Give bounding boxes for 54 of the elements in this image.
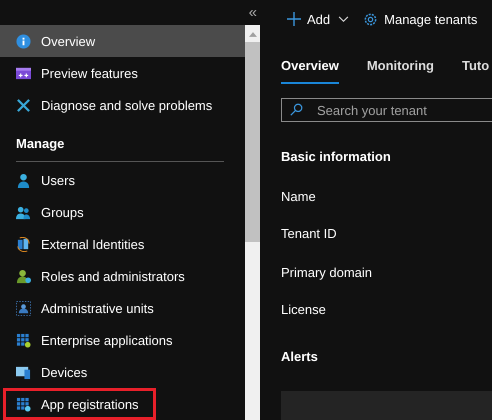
nav-item[interactable]: App registrations xyxy=(3,388,156,420)
section-heading: Manage xyxy=(16,136,66,153)
chevron-down-icon xyxy=(338,16,350,22)
nav-label: App registrations xyxy=(41,396,139,412)
property-label: License xyxy=(281,302,327,318)
devices-icon xyxy=(16,364,31,380)
add-button[interactable]: Add xyxy=(287,12,350,26)
tab[interactable]: Overview xyxy=(281,54,339,84)
collapse-button[interactable]: « xyxy=(248,5,257,20)
user-icon xyxy=(16,268,31,284)
preview-icon xyxy=(16,66,31,80)
tools-icon xyxy=(16,98,31,112)
nav-label: Administrative units xyxy=(41,300,154,316)
section-heading: Basic information xyxy=(281,149,392,166)
grid-icon xyxy=(16,396,31,412)
nav-label: Overview xyxy=(41,34,96,48)
property-label: Tenant ID xyxy=(281,226,338,242)
nav-item[interactable]: Enterprise applications xyxy=(0,324,245,356)
nav-label: Devices xyxy=(41,364,88,380)
nav-item[interactable]: Diagnose and solve problems xyxy=(0,89,245,121)
devices-icon xyxy=(16,236,31,252)
nav-label: External Identities xyxy=(41,236,144,252)
section-heading: Alerts xyxy=(281,349,319,366)
grid-icon xyxy=(16,332,31,348)
group-icon xyxy=(16,204,31,220)
nav-item[interactable]: Devices xyxy=(0,356,245,388)
scrollbar-thumb[interactable] xyxy=(245,42,260,242)
tab[interactable]: Monitoring xyxy=(366,54,434,82)
nav-label: Preview features xyxy=(41,66,138,80)
manage-tenants-button[interactable]: Manage tenants xyxy=(363,12,478,26)
search-icon xyxy=(290,103,303,116)
property-label: Primary domain xyxy=(281,265,374,281)
nav-label: Enterprise applications xyxy=(41,332,173,348)
nav-label: Diagnose and solve problems xyxy=(41,98,212,112)
tab[interactable]: Tuto xyxy=(462,54,490,82)
search-field[interactable]: Search your tenant xyxy=(281,98,492,122)
user-icon xyxy=(16,300,31,316)
nav-item[interactable]: Users xyxy=(0,164,245,196)
nav-item[interactable]: Groups xyxy=(0,196,245,228)
user-icon xyxy=(16,172,31,188)
nav-item[interactable]: Roles and administrators xyxy=(0,260,245,292)
scroll-up-icon[interactable] xyxy=(248,32,256,37)
property-label: Name xyxy=(281,189,317,205)
nav-item[interactable]: External Identities xyxy=(0,228,245,260)
nav-item[interactable]: Administrative units xyxy=(0,292,245,324)
nav-label: Groups xyxy=(41,204,84,220)
settings-icon xyxy=(363,12,378,26)
scrollbar[interactable] xyxy=(245,25,260,420)
nav-label: Users xyxy=(41,172,75,188)
info-icon xyxy=(16,34,31,48)
nav-item[interactable]: Preview features xyxy=(0,57,245,89)
nav-item[interactable]: Overview xyxy=(0,25,245,57)
nav-label: Roles and administrators xyxy=(41,268,185,284)
plus-icon xyxy=(287,12,301,26)
